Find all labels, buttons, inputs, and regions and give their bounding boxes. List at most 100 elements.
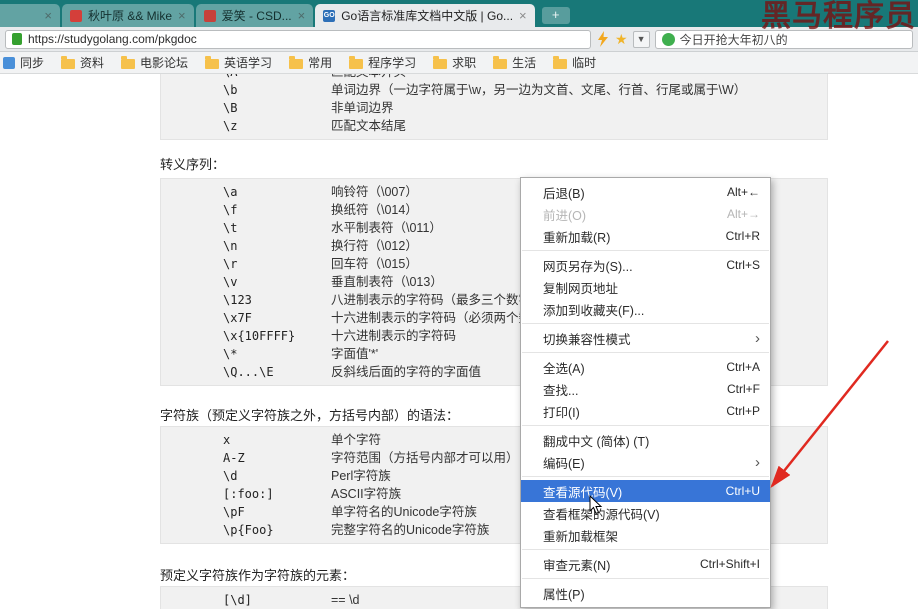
context-menu-item — [522, 549, 769, 550]
context-menu-item — [522, 476, 769, 477]
toolbar-dropdown-button[interactable]: ▼ — [632, 30, 650, 48]
doc-row-code: [:foo:] — [223, 487, 274, 501]
context-menu-item[interactable]: 属性(P) — [521, 582, 770, 604]
menu-item-shortcut: Alt+← — [726, 185, 760, 199]
doc-row-code: \* — [223, 347, 238, 361]
context-menu-item[interactable]: 添加到收藏夹(F)... — [521, 298, 770, 320]
bookmark-item[interactable]: 生活 — [493, 54, 536, 71]
bookmarks-bar: 同步 资料 电影论坛 英语学习 常用 程序学习 求职 生活 临时 — [0, 52, 918, 74]
doc-row-code: \z — [223, 119, 238, 133]
menu-item-shortcut: Ctrl+S — [726, 258, 760, 272]
bookmark-label: 同步 — [20, 56, 45, 70]
doc-row-code: \d — [223, 469, 238, 483]
browser-tab[interactable]: 爱笑 - CSD... × — [195, 4, 314, 27]
tab-title: 爱笑 - CSD... — [221, 9, 292, 23]
context-menu-item[interactable]: 后退(B) Alt+← — [521, 181, 770, 203]
doc-row-code: \r — [223, 257, 238, 271]
folder-icon — [61, 55, 76, 69]
folder-icon — [349, 55, 364, 69]
bookmark-star-icon[interactable]: ★ — [615, 32, 628, 46]
context-menu-item[interactable]: 前进(O) Alt+→ — [521, 203, 770, 225]
context-menu-item[interactable]: 网页另存为(S)... Ctrl+S — [521, 254, 770, 276]
tab-title: 秋叶原 && Mike — [88, 9, 173, 23]
doc-row-desc: 单字符名的Unicode字符族 — [331, 505, 477, 519]
folder-icon — [289, 55, 304, 69]
doc-row-code: \Q...\E — [223, 365, 274, 379]
menu-item-label: 审查元素(N) — [543, 558, 611, 573]
context-menu-item — [522, 323, 769, 324]
folder-icon — [121, 55, 136, 69]
browser-tab[interactable]: × — [0, 4, 60, 27]
menu-item-shortcut: Ctrl+U — [725, 484, 760, 498]
tab-close-icon[interactable]: × — [44, 9, 52, 22]
tab-favicon-icon — [203, 9, 216, 22]
context-menu-item[interactable]: 查找... Ctrl+F — [521, 378, 770, 400]
doc-row: \b 单词边界（一边字符属于\w，另一边为文首、文尾、行首、行尾或属于\W） — [161, 81, 827, 99]
doc-row-code: x — [223, 433, 231, 447]
tab-close-icon[interactable]: × — [178, 9, 186, 22]
menu-item-label: 添加到收藏夹(F)... — [543, 303, 645, 318]
bookmark-item[interactable]: 资料 — [61, 54, 104, 71]
menu-item-label: 切换兼容性模式 — [543, 332, 631, 347]
tab-title: Go语言标准库文档中文版 | Go... — [341, 9, 514, 23]
lightning-icon[interactable] — [596, 31, 610, 47]
page-content: \A 匹配文本开头 \b 单词边界（一边字符属于\w，另一边为文首、文尾、行首、… — [0, 74, 918, 609]
context-menu-item — [522, 578, 769, 579]
menu-item-label: 网页另存为(S)... — [543, 259, 633, 274]
menu-item-shortcut: Ctrl+A — [726, 360, 760, 374]
menu-item-label: 打印(I) — [543, 405, 580, 420]
menu-item-label: 查找... — [543, 383, 579, 398]
context-menu-item — [522, 250, 769, 251]
context-menu-item[interactable]: 切换兼容性模式 — [521, 327, 770, 349]
menu-item-shortcut: Alt+→ — [726, 207, 760, 221]
menu-item-label: 查看框架的源代码(V) — [543, 507, 660, 522]
browser-tab[interactable]: GO Go语言标准库文档中文版 | Go... × — [315, 4, 535, 27]
address-bar-input[interactable]: https://studygolang.com/pkgdoc — [5, 29, 591, 49]
section-heading-escape: 转义序列： — [160, 157, 226, 172]
bookmark-item[interactable]: 求职 — [433, 54, 476, 71]
folder-icon — [493, 55, 508, 69]
doc-row-code: \f — [223, 203, 238, 217]
menu-item-label: 前进(O) — [543, 208, 587, 223]
tab-close-icon[interactable]: × — [519, 9, 527, 22]
search-box[interactable]: 今日开抢大年初八的 — [654, 29, 913, 49]
doc-row-desc: 单词边界（一边字符属于\w，另一边为文首、文尾、行首、行尾或属于\W） — [331, 83, 747, 97]
context-menu-item[interactable]: 编码(E) — [521, 451, 770, 473]
context-menu-item[interactable]: 翻成中文 (简体) (T) — [521, 429, 770, 451]
bookmark-item[interactable]: 常用 — [289, 54, 332, 71]
menu-item-shortcut: Ctrl+F — [727, 382, 760, 396]
doc-row-desc: 字面值'*' — [331, 347, 379, 361]
context-menu: 后退(B) Alt+← 前进(O) Alt+→ 重新加载(R) Ctrl+R 网… — [520, 177, 771, 608]
doc-row-desc: Perl字符族 — [331, 469, 391, 483]
new-tab-button[interactable]: + — [541, 7, 570, 24]
context-menu-item[interactable]: 查看源代码(V) Ctrl+U — [521, 480, 770, 502]
doc-row-desc: 响铃符（\007） — [331, 185, 418, 199]
doc-row-desc: 换行符（\012） — [331, 239, 418, 253]
doc-row: \B 非单词边界 — [161, 99, 827, 117]
context-menu-item[interactable]: 重新加载框架 — [521, 524, 770, 546]
bookmark-item[interactable]: 临时 — [553, 54, 596, 71]
context-menu-item[interactable]: 查看框架的源代码(V) — [521, 502, 770, 524]
browser-tab[interactable]: 秋叶原 && Mike × — [62, 4, 194, 27]
bookmark-item[interactable]: 电影论坛 — [121, 54, 188, 71]
bookmark-item[interactable]: 英语学习 — [205, 54, 272, 71]
context-menu-item — [522, 352, 769, 353]
doc-row-desc: 十六进制表示的字符码 — [331, 329, 457, 343]
doc-row-code: \b — [223, 83, 238, 97]
context-menu-item[interactable]: 审查元素(N) Ctrl+Shift+I — [521, 553, 770, 575]
menu-item-label: 查看源代码(V) — [543, 485, 623, 500]
context-menu-item[interactable]: 重新加载(R) Ctrl+R — [521, 225, 770, 247]
menu-item-shortcut — [755, 331, 760, 346]
bookmark-label: 常用 — [308, 56, 333, 70]
context-menu-item — [522, 425, 769, 426]
bookmark-item[interactable]: 程序学习 — [349, 54, 416, 71]
bookmark-item[interactable]: 同步 — [3, 54, 44, 71]
context-menu-item[interactable]: 复制网页地址 — [521, 276, 770, 298]
context-menu-item[interactable]: 全选(A) Ctrl+A — [521, 356, 770, 378]
context-menu-item[interactable]: 打印(I) Ctrl+P — [521, 400, 770, 422]
tab-close-icon[interactable]: × — [298, 9, 306, 22]
menu-item-label: 翻成中文 (简体) (T) — [543, 434, 650, 449]
search-promo-text: 今日开抢大年初八的 — [679, 32, 788, 47]
doc-row: \A 匹配文本开头 — [161, 74, 827, 81]
bookmark-label: 临时 — [572, 56, 597, 70]
